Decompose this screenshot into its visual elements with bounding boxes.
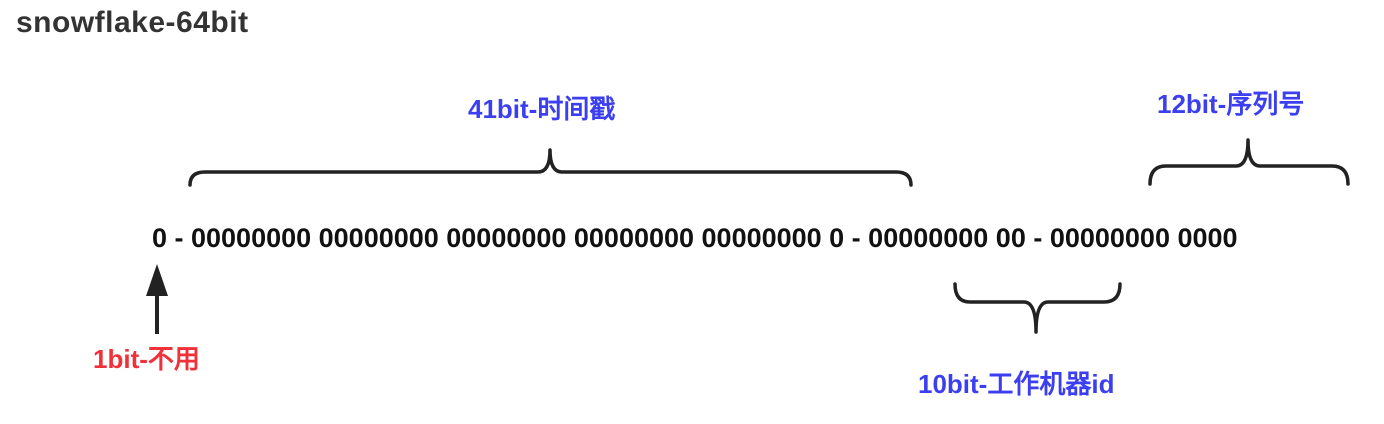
brace-overlay <box>146 138 1350 334</box>
timestamp-label: 41bit-时间戳 <box>468 94 616 124</box>
sign-bit-label: 1bit-不用 <box>93 344 200 374</box>
worker-id-label: 10bit-工作机器id <box>918 369 1115 399</box>
worker-brace <box>953 282 1122 334</box>
snowflake-diagram: snowflake-64bit 0 - 00000000 00000000 00… <box>0 0 1384 424</box>
sequence-label: 12bit-序列号 <box>1157 89 1305 119</box>
bit-sequence: 0 - 00000000 00000000 00000000 00000000 … <box>152 223 1238 253</box>
sequence-brace <box>1148 138 1350 186</box>
arrow-up-icon <box>146 264 168 334</box>
timestamp-brace <box>188 148 913 187</box>
arrow-head <box>146 264 168 296</box>
